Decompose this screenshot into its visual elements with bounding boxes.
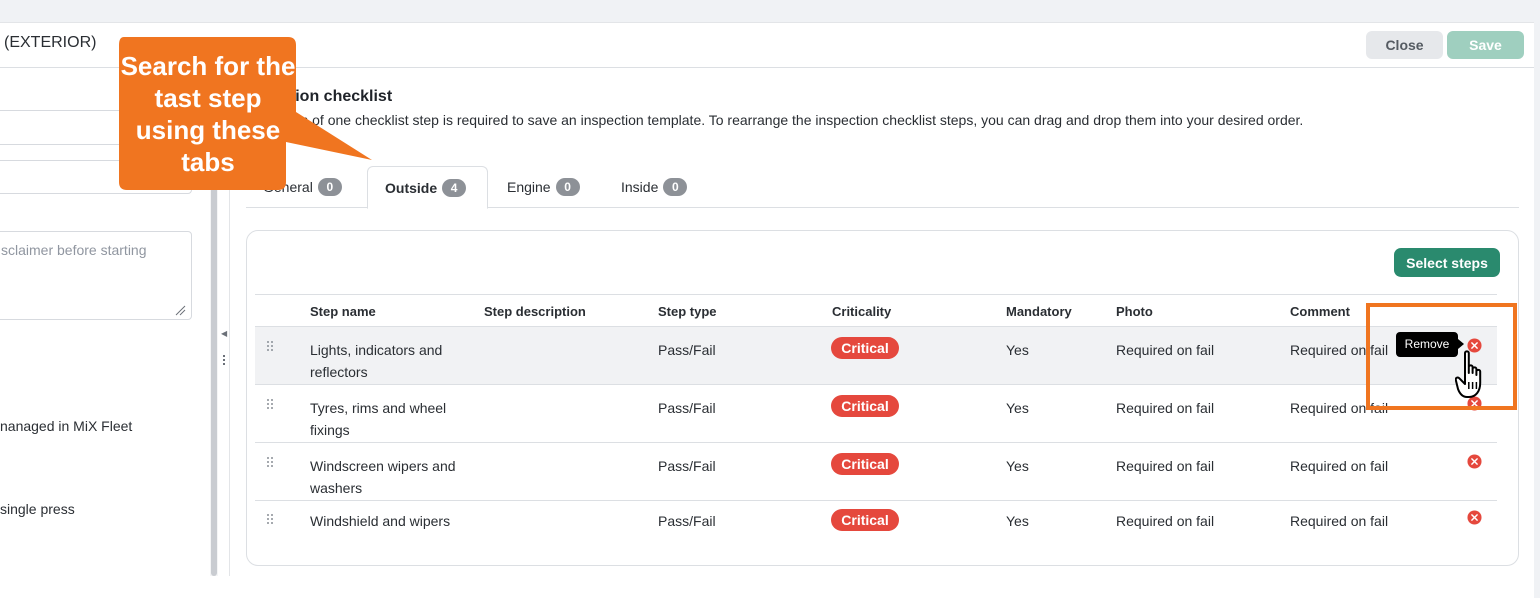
photo-value: Required on fail [1116,513,1215,529]
table-row[interactable]: Windscreen wipers and washers Pass/Fail … [255,443,1497,501]
mandatory-value: Yes [1006,400,1029,416]
drag-handle-icon[interactable] [267,514,275,526]
step-name: Windshield and wipers [310,513,451,529]
column-photo: Photo [1116,304,1153,319]
tab-count-badge: 4 [442,179,467,197]
hand-cursor-icon [1455,350,1482,398]
comment-value: Required on fail [1290,458,1389,474]
step-name: Windscreen wipers and washers [310,458,456,496]
callout-text: Search for the tast step using these tab… [120,51,296,177]
single-press-text: single press [0,501,75,517]
drag-handle-icon[interactable] [267,341,275,353]
drag-handle-icon[interactable] [267,399,275,411]
disclaimer-placeholder: sclaimer before starting [1,242,147,258]
table-row[interactable]: Windshield and wipers Pass/Fail Critical… [255,500,1497,558]
table-row[interactable]: Lights, indicators and reflectors Pass/F… [255,327,1497,385]
close-button[interactable]: Close [1366,31,1443,59]
category-tabs: General 0 Outside 4 Engine 0 Inside 0 [246,166,1519,209]
disclaimer-textarea[interactable]: sclaimer before starting [0,231,192,320]
step-type: Pass/Fail [658,400,716,416]
column-step-type: Step type [658,304,717,319]
column-step-description: Step description [484,304,586,319]
column-step-name: Step name [310,304,376,319]
tab-count-badge: 0 [663,178,688,196]
column-mandatory: Mandatory [1006,304,1072,319]
tab-label: Engine [507,179,551,195]
section-description: num of one checklist step is required to… [281,112,1304,128]
mandatory-value: Yes [1006,458,1029,474]
tab-engine[interactable]: Engine 0 [507,166,580,208]
table-row[interactable]: Tyres, rims and wheel fixings Pass/Fail … [255,385,1497,443]
criticality-badge: Critical [831,337,899,359]
collapse-arrow-icon[interactable]: ◀ [221,329,227,338]
criticality-badge: Critical [831,453,899,475]
drag-handle-icon[interactable] [267,457,275,469]
step-type: Pass/Fail [658,458,716,474]
save-button[interactable]: Save [1447,31,1524,59]
mandatory-value: Yes [1006,513,1029,529]
photo-value: Required on fail [1116,458,1215,474]
tab-inside[interactable]: Inside 0 [621,166,688,208]
mandatory-value: Yes [1006,342,1029,358]
splitter-handle-icon[interactable] [223,355,225,365]
table-header: Step name Step description Step type Cri… [255,294,1497,327]
criticality-badge: Critical [831,509,899,531]
criticality-badge: Critical [831,395,899,417]
step-type: Pass/Fail [658,342,716,358]
resize-grip-icon[interactable] [174,304,186,316]
remove-icon[interactable] [1467,454,1482,469]
photo-value: Required on fail [1116,342,1215,358]
tab-count-badge: 0 [555,178,580,196]
tab-label: Inside [621,179,659,195]
photo-value: Required on fail [1116,400,1215,416]
column-comment: Comment [1290,304,1350,319]
select-steps-button[interactable]: Select steps [1394,248,1500,277]
managed-in-fleet-text: nanaged in MiX Fleet [0,418,133,434]
comment-value: Required on fail [1290,513,1389,529]
step-name: Lights, indicators and reflectors [310,342,443,380]
step-type: Pass/Fail [658,513,716,529]
column-criticality: Criticality [832,304,892,319]
step-name: Tyres, rims and wheel fixings [310,400,447,438]
remove-icon[interactable] [1467,510,1482,525]
